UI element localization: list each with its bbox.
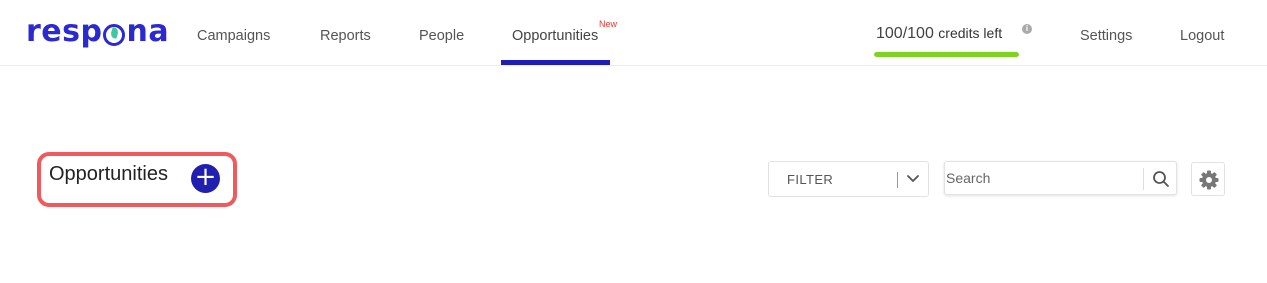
credits-progress-fill: [874, 52, 1019, 57]
active-tab-indicator: [501, 60, 610, 65]
filter-divider: [897, 172, 898, 188]
search-box: [944, 161, 1177, 195]
top-navigation-bar: resp na Campaigns Reports People Opportu…: [0, 0, 1267, 66]
search-divider: [1143, 168, 1144, 190]
chevron-down-icon: [907, 175, 919, 182]
credits-label: credits left: [938, 25, 1003, 41]
gear-icon: [1199, 170, 1219, 190]
nav-reports[interactable]: Reports: [320, 28, 371, 44]
page-title: Opportunities: [49, 163, 168, 185]
filter-label: FILTER: [787, 172, 834, 187]
credits-counter: 100/100 credits left: [876, 25, 1002, 43]
logo-text-start: resp: [26, 14, 103, 49]
nav-settings[interactable]: Settings: [1080, 28, 1132, 44]
filter-dropdown[interactable]: FILTER: [768, 161, 929, 197]
search-icon[interactable]: [1151, 169, 1171, 189]
nav-logout[interactable]: Logout: [1180, 28, 1224, 44]
nav-people[interactable]: People: [419, 28, 464, 44]
new-badge: New: [599, 19, 618, 29]
logo-text-end: na: [126, 14, 170, 49]
search-input[interactable]: [945, 162, 1141, 194]
credits-value: 100/100: [876, 25, 934, 42]
info-icon[interactable]: i: [1022, 24, 1032, 34]
column-settings-button[interactable]: [1191, 162, 1225, 196]
respona-logo[interactable]: resp na: [26, 14, 169, 49]
logo-o-leaf-icon: [103, 23, 126, 46]
credits-progress-bar: [874, 52, 1019, 57]
plus-icon: +: [194, 162, 217, 192]
nav-opportunities[interactable]: Opportunities: [512, 28, 598, 44]
add-opportunity-button[interactable]: +: [191, 164, 220, 193]
nav-campaigns[interactable]: Campaigns: [197, 28, 270, 44]
